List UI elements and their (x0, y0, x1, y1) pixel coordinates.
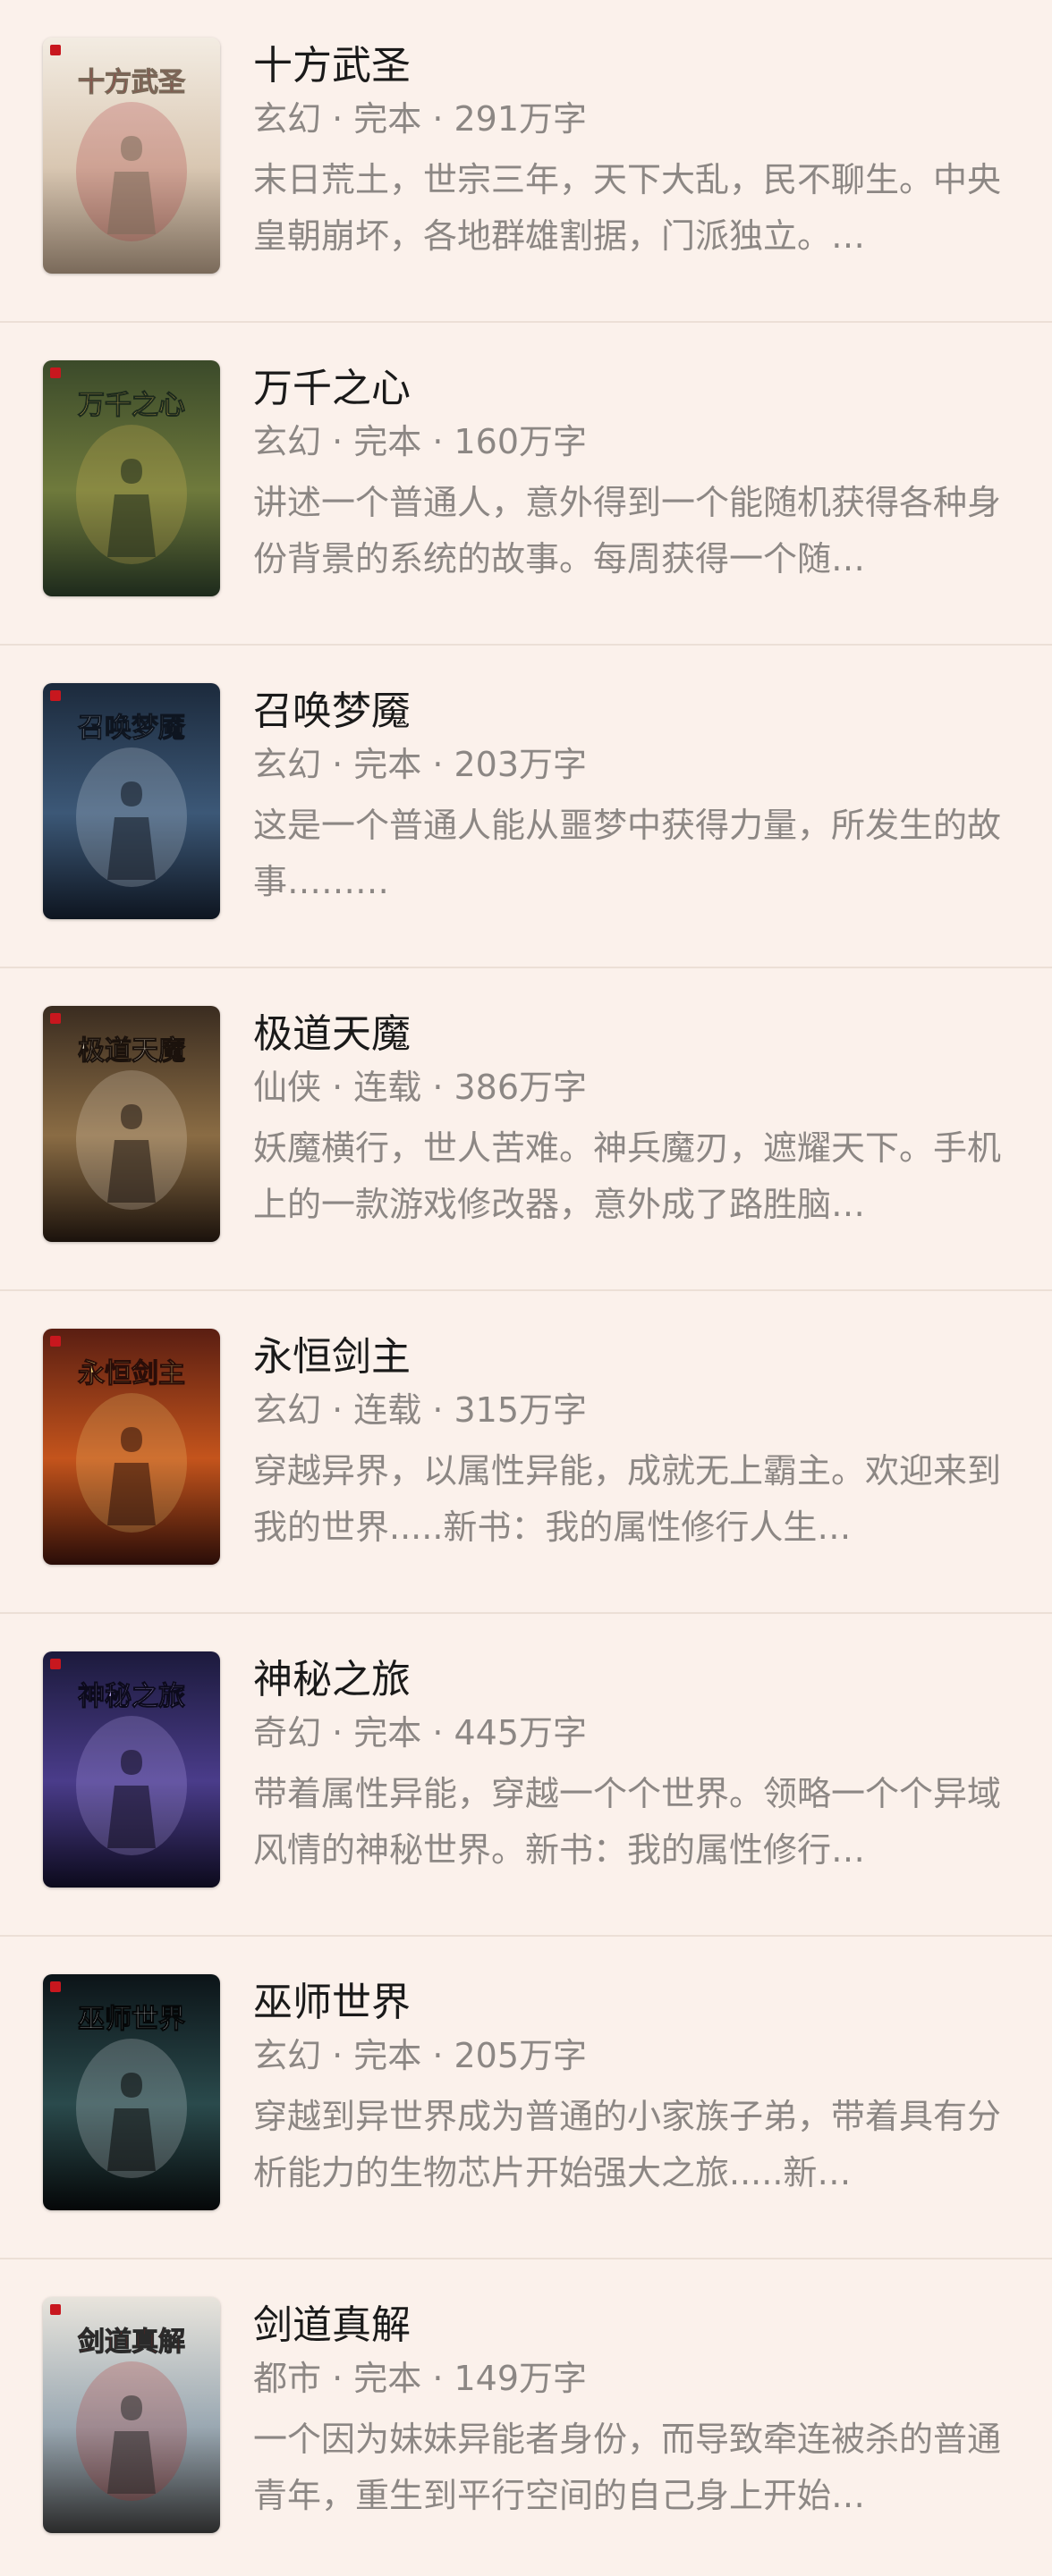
book-item[interactable]: 万千之心 万千之心 玄幻 · 完本 · 160万字 讲述一个普通人，意外得到一个… (0, 323, 1052, 646)
cover-art: 永恒剑主 (43, 1329, 220, 1565)
book-cover[interactable]: 极道天魔 (43, 1006, 220, 1242)
cover-title-text: 万千之心 (78, 390, 185, 421)
cover-title-text: 巫师世界 (78, 2004, 185, 2035)
book-info: 十方武圣 玄幻 · 完本 · 291万字 末日荒土，世宗三年，天下大乱，民不聊生… (253, 41, 1015, 265)
publisher-logo-icon (50, 1013, 61, 1024)
book-meta: 玄幻 · 完本 · 203万字 (253, 745, 588, 784)
cover-art: 剑道真解 (43, 2297, 220, 2533)
book-meta: 玄幻 · 完本 · 291万字 (253, 99, 588, 139)
book-meta: 仙侠 · 连载 · 386万字 (253, 1068, 588, 1107)
book-cover[interactable]: 永恒剑主 (43, 1329, 220, 1565)
book-title[interactable]: 神秘之旅 (253, 1655, 1015, 1705)
book-description: 妖魔横行，世人苦难。神兵魔刃，遮耀天下。手机上的一款游戏修改器，意外成了路胜脑… (253, 1128, 1002, 1224)
cover-title-text: 剑道真解 (78, 2327, 185, 2358)
cover-art: 神秘之旅 (43, 1651, 220, 1888)
book-info: 召唤梦魇 玄幻 · 完本 · 203万字 这是一个普通人能从噩梦中获得力量，所发… (253, 687, 1015, 910)
book-meta: 玄幻 · 完本 · 160万字 (253, 422, 588, 461)
cover-art: 巫师世界 (43, 1974, 220, 2210)
publisher-logo-icon (50, 690, 61, 701)
book-title[interactable]: 万千之心 (253, 364, 1015, 414)
book-cover[interactable]: 神秘之旅 (43, 1651, 220, 1888)
book-title[interactable]: 巫师世界 (253, 1978, 1015, 2028)
book-info: 万千之心 玄幻 · 完本 · 160万字 讲述一个普通人，意外得到一个能随机获得… (253, 364, 1015, 587)
book-cover[interactable]: 召唤梦魇 (43, 683, 220, 919)
book-info: 极道天魔 仙侠 · 连载 · 386万字 妖魔横行，世人苦难。神兵魔刃，遮耀天下… (253, 1009, 1015, 1233)
publisher-logo-icon (50, 45, 61, 55)
book-meta: 奇幻 · 完本 · 445万字 (253, 1713, 588, 1753)
book-meta: 都市 · 完本 · 149万字 (253, 2359, 588, 2398)
book-cover[interactable]: 剑道真解 (43, 2297, 220, 2533)
book-info: 巫师世界 玄幻 · 完本 · 205万字 穿越到异世界成为普通的小家族子弟，带着… (253, 1978, 1015, 2201)
book-title[interactable]: 剑道真解 (253, 2301, 1015, 2351)
publisher-logo-icon (50, 2304, 61, 2315)
book-description: 穿越到异世界成为普通的小家族子弟，带着具有分析能力的生物芯片开始强大之旅....… (253, 2097, 1002, 2192)
cover-title-text: 神秘之旅 (78, 1681, 185, 1712)
cover-title-text: 召唤梦魇 (77, 713, 185, 744)
book-item[interactable]: 剑道真解 剑道真解 都市 · 完本 · 149万字 一个因为妹妹异能者身份，而导… (0, 2259, 1052, 2576)
book-meta: 玄幻 · 连载 · 315万字 (253, 1390, 588, 1430)
book-cover[interactable]: 十方武圣 (43, 38, 220, 274)
book-title[interactable]: 召唤梦魇 (253, 687, 1015, 737)
book-description: 一个因为妹妹异能者身份，而导致牵连被杀的普通青年，重生到平行空间的自己身上开始… (253, 2420, 1002, 2515)
book-title[interactable]: 永恒剑主 (253, 1332, 1015, 1382)
book-description: 末日荒土，世宗三年，天下大乱，民不聊生。中央皇朝崩坏，各地群雄割据，门派独立。… (253, 160, 1002, 256)
cover-art: 召唤梦魇 (43, 683, 220, 919)
book-info: 神秘之旅 奇幻 · 完本 · 445万字 带着属性异能，穿越一个个世界。领略一个… (253, 1655, 1015, 1879)
book-cover[interactable]: 巫师世界 (43, 1974, 220, 2210)
book-item[interactable]: 永恒剑主 永恒剑主 玄幻 · 连载 · 315万字 穿越异界，以属性异能，成就无… (0, 1291, 1052, 1614)
book-item[interactable]: 极道天魔 极道天魔 仙侠 · 连载 · 386万字 妖魔横行，世人苦难。神兵魔刃… (0, 968, 1052, 1291)
book-item[interactable]: 十方武圣 十方武圣 玄幻 · 完本 · 291万字 末日荒土，世宗三年，天下大乱… (0, 0, 1052, 323)
book-meta: 玄幻 · 完本 · 205万字 (253, 2036, 588, 2075)
book-description: 带着属性异能，穿越一个个世界。领略一个个异域风情的神秘世界。新书：我的属性修行… (253, 1774, 1002, 1870)
book-item[interactable]: 神秘之旅 神秘之旅 奇幻 · 完本 · 445万字 带着属性异能，穿越一个个世界… (0, 1614, 1052, 1937)
book-cover[interactable]: 万千之心 (43, 360, 220, 596)
book-item[interactable]: 巫师世界 巫师世界 玄幻 · 完本 · 205万字 穿越到异世界成为普通的小家族… (0, 1937, 1052, 2259)
book-title[interactable]: 十方武圣 (253, 41, 1015, 91)
book-description: 讲述一个普通人，意外得到一个能随机获得各种身份背景的系统的故事。每周获得一个随… (253, 483, 1002, 579)
publisher-logo-icon (50, 1981, 61, 1992)
book-info: 剑道真解 都市 · 完本 · 149万字 一个因为妹妹异能者身份，而导致牵连被杀… (253, 2301, 1015, 2524)
cover-title-text: 十方武圣 (78, 67, 186, 98)
publisher-logo-icon (50, 1659, 61, 1669)
cover-art: 十方武圣 (43, 38, 220, 274)
cover-title-text: 永恒剑主 (78, 1358, 185, 1389)
book-description: 这是一个普通人能从噩梦中获得力量，所发生的故事……… (253, 806, 1002, 901)
book-title[interactable]: 极道天魔 (253, 1009, 1015, 1060)
book-description: 穿越异界，以属性异能，成就无上霸主。欢迎来到我的世界.....新书：我的属性修行… (253, 1451, 1002, 1547)
cover-art: 万千之心 (43, 360, 220, 596)
publisher-logo-icon (50, 367, 61, 378)
book-item[interactable]: 召唤梦魇 召唤梦魇 玄幻 · 完本 · 203万字 这是一个普通人能从噩梦中获得… (0, 646, 1052, 968)
book-list: 十方武圣 十方武圣 玄幻 · 完本 · 291万字 末日荒土，世宗三年，天下大乱… (0, 0, 1052, 2576)
cover-art: 极道天魔 (43, 1006, 220, 1242)
publisher-logo-icon (50, 1336, 61, 1347)
cover-title-text: 极道天魔 (78, 1035, 185, 1067)
book-info: 永恒剑主 玄幻 · 连载 · 315万字 穿越异界，以属性异能，成就无上霸主。欢… (253, 1332, 1015, 1556)
